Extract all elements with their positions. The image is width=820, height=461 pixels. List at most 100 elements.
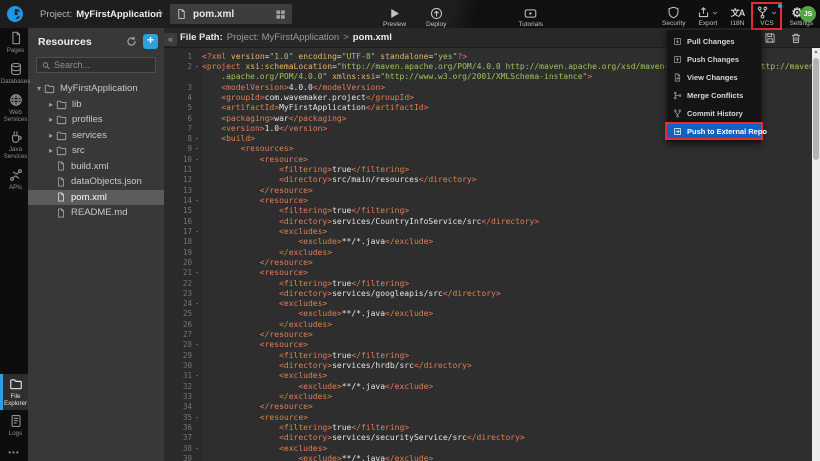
resources-search[interactable] [36, 57, 156, 73]
tree-expand-arrow[interactable]: ▸ [46, 131, 56, 140]
sidebar-item-web-services[interactable]: Web Services [0, 90, 28, 126]
export-label: Export [699, 20, 718, 27]
code-line[interactable]: 31- <excludes> [164, 371, 820, 381]
code-line[interactable]: 26 </excludes> [164, 319, 820, 329]
save-icon[interactable] [764, 32, 776, 44]
code-line[interactable]: 20 </resource> [164, 257, 820, 267]
tree-item-label: profiles [72, 114, 103, 125]
code-line[interactable]: 23 <directory>services/googleapis/src</d… [164, 288, 820, 298]
security-button[interactable]: Security [657, 2, 690, 30]
code-line[interactable]: 16 <directory>services/CountryInfoServic… [164, 216, 820, 226]
code-line[interactable]: 25 <exclude>**/*.java</exclude> [164, 309, 820, 319]
fold-marker[interactable]: - [192, 299, 202, 308]
fold-marker[interactable]: - [192, 268, 202, 277]
code-line[interactable]: 30 <directory>services/hrdb/src</directo… [164, 360, 820, 370]
tree-item-readme-md[interactable]: README.md [28, 205, 164, 221]
fold-marker[interactable]: - [192, 340, 202, 349]
fold-marker[interactable]: - [192, 144, 202, 153]
search-input[interactable] [54, 60, 150, 70]
sidebar-item-databases[interactable]: Databases [0, 59, 28, 89]
line-number: 26 [164, 320, 192, 329]
code-line[interactable]: 19 </excludes> [164, 247, 820, 257]
export-button[interactable]: Export [692, 2, 723, 30]
user-avatar[interactable]: JS [800, 6, 816, 22]
menu-item-commit-history[interactable]: Commit History [667, 104, 761, 122]
dashboard-grid-icon[interactable] [275, 9, 286, 20]
vcs-button[interactable]: VCS [751, 2, 782, 30]
sidebar-item-java-services[interactable]: Java Services [0, 127, 28, 163]
code-line[interactable]: 34 </resource> [164, 402, 820, 412]
code-line[interactable]: 15 <filtering>true</filtering> [164, 206, 820, 216]
code-line[interactable]: 33 </excludes> [164, 391, 820, 401]
sidebar-item-pages[interactable]: Pages [0, 28, 28, 58]
tree-item-pom-xml[interactable]: pom.xml [28, 190, 164, 206]
code-line[interactable]: 32 <exclude>**/*.java</exclude> [164, 381, 820, 391]
sidebar-item-apis[interactable]: APIs [0, 165, 28, 195]
editor-scrollbar[interactable]: ▲ [812, 48, 820, 461]
i18n-button[interactable]: 文AI18N [725, 2, 749, 30]
code-line[interactable]: 37 <directory>services/securityService/s… [164, 433, 820, 443]
code-line[interactable]: 35- <resource> [164, 412, 820, 422]
code-line[interactable]: 14- <resource> [164, 195, 820, 205]
fold-marker[interactable]: - [192, 196, 202, 205]
menu-item-pull-changes[interactable]: Pull Changes [667, 32, 761, 50]
tree-expand-arrow[interactable]: ▸ [46, 115, 56, 124]
i18n-label: I18N [731, 20, 745, 27]
deploy-button[interactable]: Deploy [421, 3, 451, 31]
tree-item-profiles[interactable]: ▸ profiles [28, 112, 164, 128]
fold-marker[interactable]: - [192, 62, 202, 71]
code-line[interactable]: 18 <exclude>**/*.java</exclude> [164, 237, 820, 247]
tree-item-dataobjects-json[interactable]: dataObjects.json [28, 174, 164, 190]
code-line[interactable]: 9- <resources> [164, 144, 820, 154]
collapse-panel-button[interactable]: « [164, 33, 177, 46]
tree-expand-arrow[interactable]: ▸ [46, 100, 56, 109]
add-resource-button[interactable]: + [143, 34, 158, 49]
fold-marker[interactable]: - [192, 134, 202, 143]
tab-pom-xml[interactable]: pom.xml [170, 4, 292, 24]
menu-item-merge-conflicts[interactable]: Merge Conflicts [667, 86, 761, 104]
fold-marker[interactable]: - [192, 371, 202, 380]
code-line[interactable]: 36 <filtering>true</filtering> [164, 422, 820, 432]
code-line[interactable]: 27 </resource> [164, 329, 820, 339]
menu-item-view-changes[interactable]: View Changes [667, 68, 761, 86]
code-line[interactable]: 17- <excludes> [164, 226, 820, 236]
code-line[interactable]: 13 </resource> [164, 185, 820, 195]
code-line[interactable]: 22 <filtering>true</filtering> [164, 278, 820, 288]
menu-item-push-to-external-repo[interactable]: Push to External Repo [665, 122, 763, 140]
fold-marker[interactable]: - [192, 227, 202, 236]
delete-icon[interactable] [790, 32, 802, 44]
tree-item-build-xml[interactable]: build.xml [28, 159, 164, 175]
tree-expand-arrow[interactable]: ▸ [46, 146, 56, 155]
code-line[interactable]: 12 <directory>src/main/resources</direct… [164, 175, 820, 185]
code-line[interactable]: 28- <resource> [164, 340, 820, 350]
wavemaker-logo[interactable] [0, 0, 30, 28]
tree-item-lib[interactable]: ▸lib [28, 97, 164, 113]
code-line[interactable]: 39 <exclude>**/*.java</exclude> [164, 453, 820, 461]
code-line[interactable]: 24- <excludes> [164, 299, 820, 309]
tree-item-myfirstapplication[interactable]: ▾MyFirstApplication [28, 81, 164, 97]
tree-expand-arrow[interactable]: ▾ [34, 84, 44, 93]
tree-item-src[interactable]: ▸src [28, 143, 164, 159]
vcs-dropdown-menu: Pull ChangesPush ChangesView ChangesMerg… [667, 30, 761, 142]
code-line[interactable]: 38- <excludes> [164, 443, 820, 453]
sidebar-item-logs[interactable]: Logs [0, 411, 28, 441]
preview-button[interactable]: Preview [378, 3, 411, 31]
tutorials-button[interactable]: Tutorials [513, 3, 548, 31]
fold-marker[interactable]: - [192, 413, 202, 422]
code-line[interactable]: 29 <filtering>true</filtering> [164, 350, 820, 360]
tree-item-services[interactable]: ▸services [28, 128, 164, 144]
fold-marker[interactable]: - [192, 155, 202, 164]
sidebar-item-file-explorer[interactable]: File Explorer [0, 374, 28, 410]
code-line[interactable]: 11 <filtering>true</filtering> [164, 164, 820, 174]
code-line[interactable]: 10- <resource> [164, 154, 820, 164]
tutorials-icon [524, 7, 537, 20]
tree-item-label: README.md [71, 207, 127, 218]
fold-marker[interactable]: - [192, 444, 202, 453]
scrollbar-up-icon[interactable]: ▲ [812, 48, 820, 57]
scrollbar-thumb[interactable] [813, 58, 819, 160]
project-breadcrumb[interactable]: Project: MyFirstApplication [40, 0, 162, 28]
code-line[interactable]: 21- <resource> [164, 268, 820, 278]
sidebar-more-button[interactable]: ••• [0, 442, 28, 461]
refresh-icon[interactable] [126, 36, 137, 47]
menu-item-push-changes[interactable]: Push Changes [667, 50, 761, 68]
